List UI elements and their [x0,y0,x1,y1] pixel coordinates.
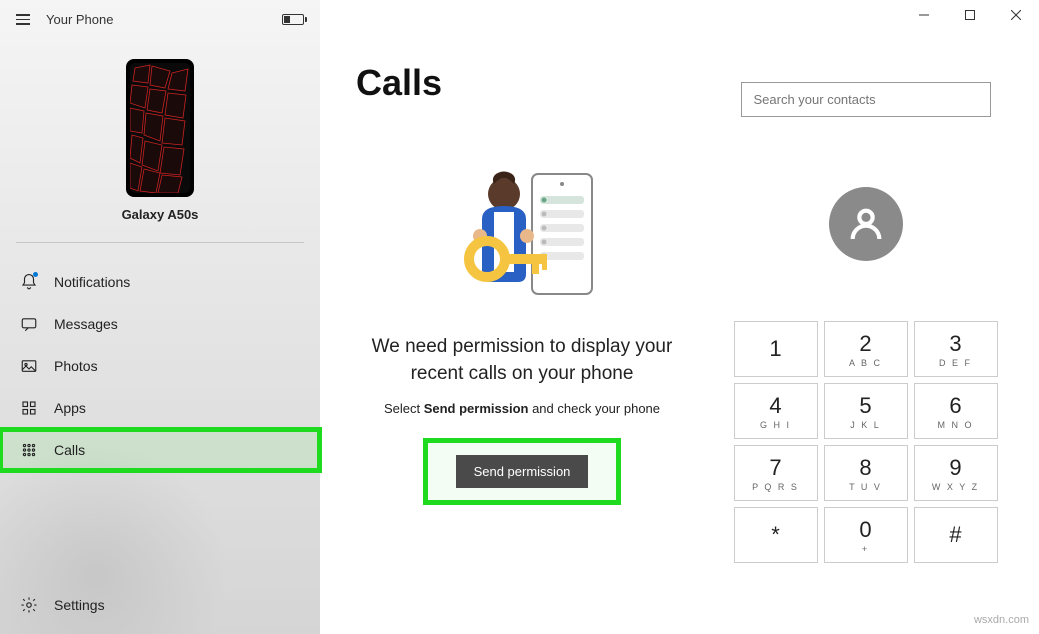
minimize-button[interactable] [901,0,947,30]
battery-icon [282,14,304,25]
app-title: Your Phone [46,12,266,27]
sidebar-header: Your Phone [0,0,320,39]
nav-list: Notifications Messages Photos Apps Calls… [0,251,320,634]
contacts-panel: 1 2A B C 3D E F 4G H I 5J K L 6M N O 7P … [708,0,1039,634]
nav-apps[interactable]: Apps [0,387,320,429]
dialpad: 1 2A B C 3D E F 4G H I 5J K L 6M N O 7P … [734,321,998,563]
dialpad-key-8[interactable]: 8T U V [824,445,908,501]
close-button[interactable] [993,0,1039,30]
dialpad-key-star[interactable]: * [734,507,818,563]
dialpad-key-hash[interactable]: # [914,507,998,563]
nav-label: Apps [54,400,86,416]
dialpad-key-3[interactable]: 3D E F [914,321,998,377]
dialpad-key-6[interactable]: 6M N O [914,383,998,439]
dialpad-key-2[interactable]: 2A B C [824,321,908,377]
main-content: Calls [320,0,1039,634]
watermark: wsxdn.com [974,614,1029,626]
dialpad-key-4[interactable]: 4G H I [734,383,818,439]
photo-icon [20,357,38,375]
dialpad-key-9[interactable]: 9W X Y Z [914,445,998,501]
phone-wallpaper [130,63,190,193]
nav-messages[interactable]: Messages [0,303,320,345]
apps-icon [20,399,38,417]
nav-photos[interactable]: Photos [0,345,320,387]
nav-settings[interactable]: Settings [0,584,320,626]
calls-panel: Calls [320,0,708,634]
nav-label: Calls [54,442,85,458]
page-title: Calls [356,62,442,104]
nav-label: Messages [54,316,118,332]
permission-title: We need permission to display your recen… [362,334,682,387]
dialpad-key-1[interactable]: 1 [734,321,818,377]
nav-notifications[interactable]: Notifications [0,261,320,303]
search-contacts-input[interactable] [741,82,991,117]
window-controls [901,0,1039,30]
dialpad-icon [20,441,38,459]
dialpad-key-5[interactable]: 5J K L [824,383,908,439]
gear-icon [20,596,38,614]
chat-icon [20,315,38,333]
dialpad-key-0[interactable]: 0+ [824,507,908,563]
send-permission-button[interactable]: Send permission [456,455,589,488]
permission-illustration [432,164,612,314]
nav-label: Settings [54,597,105,613]
dialpad-key-7[interactable]: 7P Q R S [734,445,818,501]
send-permission-highlight: Send permission [423,438,622,505]
contact-avatar-placeholder [829,187,903,261]
maximize-button[interactable] [947,0,993,30]
sidebar: Your Phone Galaxy A50s Notifications Mes… [0,0,320,634]
nav-label: Photos [54,358,98,374]
phone-frame[interactable] [126,59,194,197]
nav-label: Notifications [54,274,130,290]
phone-name: Galaxy A50s [122,207,199,222]
permission-subtitle: Select Send permission and check your ph… [384,401,660,416]
divider [16,242,304,243]
nav-calls[interactable]: Calls [0,429,320,471]
notification-dot [33,272,38,277]
hamburger-menu-icon[interactable] [16,14,30,25]
phone-preview: Galaxy A50s [0,39,320,234]
